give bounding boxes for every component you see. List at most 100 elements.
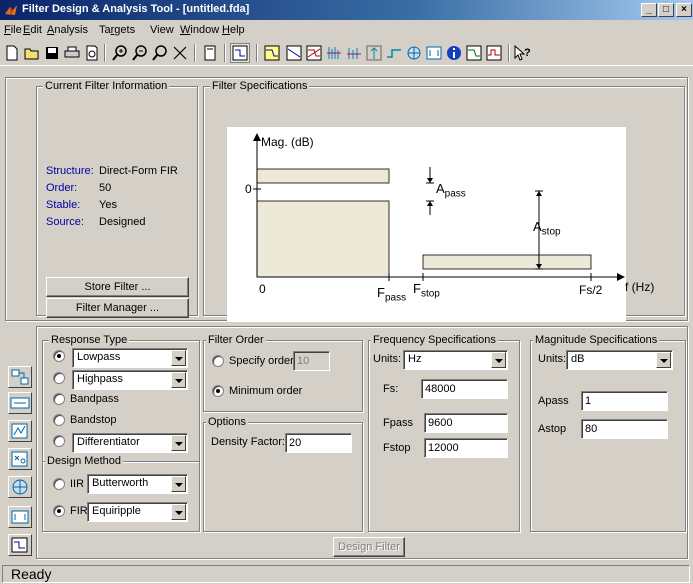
structure-key: Structure:: [46, 165, 94, 177]
passband-lower-region: [256, 200, 390, 278]
menu-help[interactable]: Help: [222, 24, 245, 36]
options-legend: Options: [206, 416, 248, 428]
current-filter-legend: Current Filter Information: [43, 80, 170, 92]
filter-info-icon[interactable]: [444, 43, 464, 63]
whats-this-help-icon[interactable]: ?: [512, 43, 532, 63]
sidebar-quantize-icon[interactable]: [8, 476, 32, 498]
sidebar-design-filter-icon[interactable]: [8, 534, 32, 556]
magnitude-spec-icon[interactable]: [464, 43, 484, 63]
mag-phase-icon[interactable]: [304, 43, 324, 63]
y-axis-arrow: [253, 133, 261, 141]
fstop-input[interactable]: 12000: [424, 438, 508, 458]
density-factor-input[interactable]: 20: [285, 433, 352, 453]
chevron-down-icon[interactable]: [171, 504, 186, 520]
filter-order-group: Filter Order: [203, 334, 363, 412]
iir-radio[interactable]: IIR: [53, 478, 84, 490]
fir-method-combo[interactable]: Equiripple: [87, 502, 188, 522]
astop-input[interactable]: 80: [581, 419, 668, 439]
sidebar-pole-zero-editor-icon[interactable]: [8, 448, 32, 470]
filter-specs-legend: Filter Specifications: [210, 80, 310, 92]
iir-method-combo[interactable]: Butterworth: [87, 474, 188, 494]
fpass-input[interactable]: 9600: [424, 413, 508, 433]
highpass-combo[interactable]: Highpass: [72, 370, 188, 390]
save-icon[interactable]: [42, 43, 62, 63]
pole-zero-icon[interactable]: [404, 43, 424, 63]
zoom-in-icon[interactable]: [110, 43, 130, 63]
title-bar: Filter Design & Analysis Tool - [untitle…: [0, 0, 693, 20]
fpass-field-label: Fpass: [383, 417, 413, 429]
design-method-legend: Design Method: [45, 455, 123, 467]
store-filter-button[interactable]: Store Filter ...: [46, 277, 189, 297]
chevron-down-icon[interactable]: [656, 352, 671, 368]
close-button[interactable]: ×: [676, 3, 692, 17]
maximize-button[interactable]: □: [658, 3, 674, 17]
apass-field-label: Apass: [538, 395, 569, 407]
phase-delay-icon[interactable]: [344, 43, 364, 63]
menu-view[interactable]: View: [150, 24, 174, 36]
chevron-down-icon[interactable]: [171, 435, 186, 451]
highpass-radio[interactable]: [53, 372, 70, 384]
x-axis-arrow: [617, 273, 625, 281]
zoom-out-icon[interactable]: [130, 43, 150, 63]
freq-units-label: Units:: [373, 353, 402, 365]
lowpass-radio[interactable]: [53, 350, 70, 362]
design-filter-button[interactable]: Design Filter: [333, 537, 405, 557]
coefficients-icon[interactable]: [424, 43, 444, 63]
chevron-down-icon[interactable]: [171, 350, 186, 366]
impulse-response-icon[interactable]: [364, 43, 384, 63]
print-preview-icon[interactable]: [82, 43, 102, 63]
menu-analysis[interactable]: Analysis: [47, 24, 88, 36]
specify-order-radio[interactable]: Specify order:: [212, 355, 297, 367]
sidebar-realize-model-icon[interactable]: [8, 506, 32, 528]
fir-label: FIR: [70, 505, 88, 517]
chevron-down-icon[interactable]: [171, 476, 186, 492]
apass-arrowhead-top: [427, 178, 433, 183]
order-key: Order:: [46, 182, 78, 194]
fir-radio[interactable]: FIR: [53, 505, 88, 517]
design-mode-icon[interactable]: [230, 43, 250, 63]
mag-units-combo[interactable]: dB: [566, 350, 673, 370]
bandpass-label: Bandpass: [70, 393, 119, 405]
round-off-noise-icon[interactable]: [484, 43, 504, 63]
bandstop-radio[interactable]: Bandstop: [53, 414, 116, 426]
sidebar-convert-structure-icon[interactable]: [8, 392, 32, 414]
filter-order-legend: Filter Order: [206, 334, 266, 346]
menu-window[interactable]: Window: [180, 24, 219, 36]
status-bar: Ready: [0, 563, 693, 584]
minimize-button[interactable]: _: [641, 3, 657, 17]
mag-units-label: Units:: [538, 353, 567, 365]
sidebar-transform-icon[interactable]: [8, 366, 32, 388]
zoom-x-icon[interactable]: [150, 43, 170, 63]
lowpass-combo[interactable]: Lowpass: [72, 348, 188, 368]
full-view-icon[interactable]: [170, 43, 190, 63]
group-delay-icon[interactable]: [324, 43, 344, 63]
menu-file[interactable]: File: [4, 24, 22, 36]
bandpass-radio[interactable]: Bandpass: [53, 393, 119, 405]
order-value: 50: [99, 182, 112, 194]
bandstop-label: Bandstop: [70, 414, 117, 426]
minimum-order-radio[interactable]: Minimum order: [212, 385, 302, 397]
astop-field-label: Astop: [538, 423, 567, 435]
filter-manager-button[interactable]: Filter Manager ...: [46, 298, 189, 318]
new-figure-icon[interactable]: [200, 43, 220, 63]
differentiator-combo[interactable]: Differentiator: [72, 433, 188, 453]
chevron-down-icon[interactable]: [491, 352, 506, 368]
menu-edit[interactable]: Edit: [23, 24, 42, 36]
passband-upper-region: [256, 168, 390, 184]
differentiator-radio[interactable]: [53, 435, 70, 447]
fs-input[interactable]: 48000: [421, 379, 508, 399]
step-response-icon[interactable]: [384, 43, 404, 63]
apass-input[interactable]: 1: [581, 391, 668, 411]
open-folder-icon[interactable]: [22, 43, 42, 63]
new-file-icon[interactable]: [2, 43, 22, 63]
menu-targets[interactable]: Targets: [99, 24, 135, 36]
specify-order-input[interactable]: 10: [293, 351, 330, 371]
mag-db-label: Mag. (dB): [261, 135, 314, 149]
phase-response-icon[interactable]: [284, 43, 304, 63]
magnitude-response-icon[interactable]: [262, 43, 282, 63]
print-icon[interactable]: [62, 43, 82, 63]
freq-units-combo[interactable]: Hz: [403, 350, 508, 370]
fstop-field-label: Fstop: [383, 442, 411, 454]
sidebar-import-icon[interactable]: [8, 420, 32, 442]
chevron-down-icon[interactable]: [171, 372, 186, 388]
